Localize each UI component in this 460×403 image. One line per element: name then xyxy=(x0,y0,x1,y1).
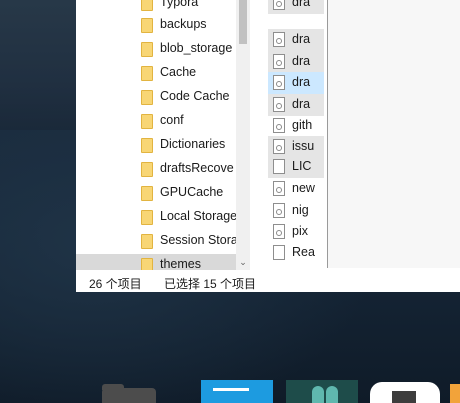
store-icon[interactable] xyxy=(201,380,273,403)
item-count: 26 个项目 xyxy=(89,277,142,291)
nav-item-themes[interactable]: themes xyxy=(76,254,236,270)
nav-item-local-storage[interactable]: Local Storage xyxy=(76,206,238,230)
nav-item-code-cache[interactable]: Code Cache xyxy=(76,86,236,110)
file-item[interactable]: dra xyxy=(268,94,324,116)
folder-icon xyxy=(141,66,153,81)
nav-item-label: Local Storage xyxy=(160,209,238,223)
nav-item-backups[interactable]: backups xyxy=(76,14,236,38)
file-item[interactable]: new xyxy=(268,178,324,200)
wallpaper-trees xyxy=(0,0,80,130)
gear-file-icon xyxy=(273,139,285,154)
file-item[interactable]: nig xyxy=(268,200,324,222)
folder-icon xyxy=(141,42,153,57)
folder-icon xyxy=(141,0,153,11)
file-list-pane: dra dra dra dra dra gith issu LIC new ni… xyxy=(268,0,328,270)
folder-icon xyxy=(141,138,153,153)
file-item[interactable]: LIC xyxy=(268,156,324,178)
file-item-label: new xyxy=(292,181,315,195)
folder-icon xyxy=(141,18,153,33)
gear-file-icon xyxy=(273,97,285,112)
nav-scrollbar[interactable]: ⌄ xyxy=(236,0,250,270)
file-item-label: dra xyxy=(292,0,311,9)
nav-item-label: blob_storage xyxy=(160,41,233,55)
file-item[interactable]: pix xyxy=(268,221,324,243)
file-item[interactable]: gith xyxy=(268,115,324,137)
nav-item-label: Code Cache xyxy=(160,89,230,103)
file-item-label: gith xyxy=(292,118,313,132)
status-bar: 26 个项目 已选择 15 个项目 xyxy=(76,270,460,292)
gear-file-icon xyxy=(273,181,285,196)
app-icon[interactable] xyxy=(450,384,460,403)
selected-count: 已选择 15 个项目 xyxy=(164,277,257,291)
folder-icon xyxy=(141,234,153,249)
file-item[interactable]: dra xyxy=(268,51,324,73)
gear-file-icon xyxy=(273,224,285,239)
nav-item-label: themes xyxy=(160,257,201,270)
nav-item-label: Cache xyxy=(160,65,197,79)
file-explorer-icon[interactable] xyxy=(102,384,156,403)
gear-file-icon xyxy=(273,75,285,90)
file-item-label: dra xyxy=(292,97,311,111)
nav-item-blob-storage[interactable]: blob_storage xyxy=(76,38,236,62)
gear-file-icon xyxy=(273,118,285,133)
file-item-label: dra xyxy=(292,32,311,46)
folder-icon xyxy=(141,90,153,105)
app-icon[interactable] xyxy=(286,380,358,403)
file-item-label: issu xyxy=(292,139,315,153)
pane-divider[interactable] xyxy=(250,0,268,270)
folder-icon xyxy=(141,162,153,177)
file-item[interactable]: Rea xyxy=(268,242,324,264)
file-item[interactable]: dra xyxy=(268,72,324,94)
nav-item-label: draftsRecove xyxy=(160,161,234,175)
overlapping-window[interactable] xyxy=(327,0,460,268)
folder-icon xyxy=(141,210,153,225)
nav-item-session-storage[interactable]: Session Stora xyxy=(76,230,238,254)
file-item-label: LIC xyxy=(292,159,312,173)
nav-item-label: conf xyxy=(160,113,184,127)
text-file-icon xyxy=(273,159,285,174)
file-item-label: dra xyxy=(292,54,311,68)
typora-icon[interactable] xyxy=(370,382,440,403)
file-item[interactable]: dra xyxy=(268,29,324,51)
folder-icon xyxy=(141,186,153,201)
nav-scrollbar-thumb[interactable] xyxy=(239,0,247,44)
file-item-label: Rea xyxy=(292,245,315,259)
nav-item-drafts-recover[interactable]: draftsRecove xyxy=(76,158,236,182)
folder-icon xyxy=(141,258,153,270)
gear-file-icon xyxy=(273,0,285,10)
text-file-icon xyxy=(273,245,285,260)
folder-icon xyxy=(141,114,153,129)
file-item-label: nig xyxy=(292,203,309,217)
nav-item-gpucache[interactable]: GPUCache xyxy=(76,182,236,206)
gear-file-icon xyxy=(273,54,285,69)
nav-item-label: GPUCache xyxy=(160,185,224,199)
nav-item-label: Typora xyxy=(160,0,199,9)
gear-file-icon xyxy=(273,32,285,47)
navigation-pane: Typora backups blob_storage Cache Code C… xyxy=(76,0,250,270)
file-item-label: dra xyxy=(292,75,311,89)
nav-item-dictionaries[interactable]: Dictionaries xyxy=(76,134,236,158)
nav-item-conf[interactable]: conf xyxy=(76,110,236,134)
file-item[interactable]: dra xyxy=(268,0,324,14)
scroll-down-arrow-icon[interactable]: ⌄ xyxy=(238,258,248,268)
file-item-label: pix xyxy=(292,224,308,238)
gear-file-icon xyxy=(273,203,285,218)
nav-item-label: Session Stora xyxy=(160,233,238,247)
nav-item-cache[interactable]: Cache xyxy=(76,62,236,86)
nav-item-label: Dictionaries xyxy=(160,137,226,151)
file-item[interactable]: issu xyxy=(268,136,324,158)
nav-item-label: backups xyxy=(160,17,207,31)
